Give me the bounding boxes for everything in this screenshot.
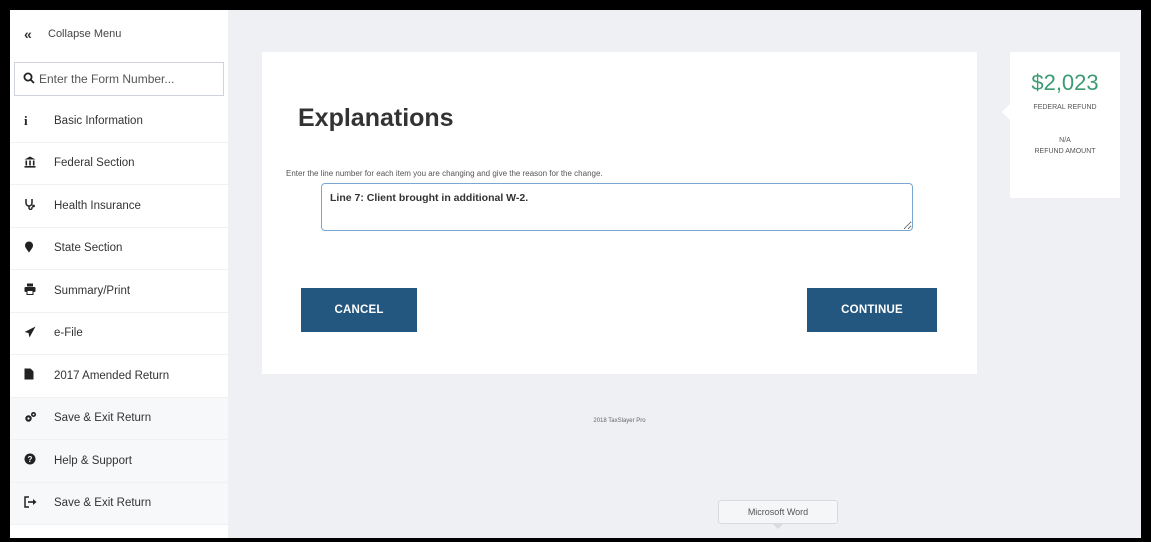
cancel-button[interactable]: CANCEL xyxy=(301,288,417,332)
page-title: Explanations xyxy=(298,104,454,132)
bank-icon xyxy=(24,156,54,171)
sign-out-icon xyxy=(24,496,54,511)
refund-amount-label: REFUND AMOUNT xyxy=(1034,148,1096,155)
app-frame: « Collapse Menu i Basic Information Fede… xyxy=(10,10,1141,538)
map-pin-icon xyxy=(24,241,54,256)
sidebar-item-help-support[interactable]: ? Help & Support xyxy=(10,440,228,483)
sidebar-item-federal-section[interactable]: Federal Section xyxy=(10,143,228,185)
sidebar-item-label: State Section xyxy=(54,242,123,255)
footer-copyright: 2018 TaxSlayer Pro xyxy=(593,418,646,424)
sidebar-item-efile[interactable]: e-File xyxy=(10,313,228,355)
form-search[interactable] xyxy=(14,62,224,96)
question-circle-icon: ? xyxy=(24,453,54,468)
sidebar-item-label: Save & Exit Return xyxy=(54,497,152,510)
federal-refund-amount: $2,023 xyxy=(1031,70,1099,95)
collapse-menu-label: Collapse Menu xyxy=(48,28,122,40)
svg-text:?: ? xyxy=(28,455,33,464)
sidebar-item-label: Health Insurance xyxy=(54,199,141,212)
sidebar-item-save-exit-return[interactable]: Save & Exit Return xyxy=(10,397,228,440)
sidebar-item-summary-print[interactable]: Summary/Print xyxy=(10,270,228,313)
collapse-menu-button[interactable]: « Collapse Menu xyxy=(10,10,228,58)
form-number-search-input[interactable] xyxy=(39,72,209,86)
paper-plane-icon xyxy=(24,326,54,341)
sidebar-item-basic-information[interactable]: i Basic Information xyxy=(10,100,228,143)
sidebar-item-label: Summary/Print xyxy=(54,284,131,297)
explanations-card: Explanations Enter the line number for e… xyxy=(262,52,977,374)
cogs-icon xyxy=(24,411,54,426)
refund-amount-value: N/A xyxy=(1059,137,1071,144)
sidebar-item-label: Basic Information xyxy=(54,114,143,127)
refund-panel: $2,023 FEDERAL REFUND N/A REFUND AMOUNT xyxy=(1002,52,1120,198)
sidebar-item-amended-return[interactable]: 2017 Amended Return xyxy=(10,355,228,398)
sidebar-item-label: Help & Support xyxy=(54,454,132,467)
info-icon: i xyxy=(24,112,28,128)
double-chevron-left-icon: « xyxy=(24,26,32,42)
sidebar-item-health-insurance[interactable]: Health Insurance xyxy=(10,185,228,228)
sidebar-item-save-exit-return-2[interactable]: Save & Exit Return xyxy=(10,482,228,525)
search-icon xyxy=(23,72,35,87)
stethoscope-icon xyxy=(24,198,54,213)
continue-button[interactable]: CONTINUE xyxy=(807,288,937,332)
explanation-textarea[interactable] xyxy=(321,183,913,231)
taskbar-tooltip: Microsoft Word xyxy=(718,500,838,529)
federal-refund-label: FEDERAL REFUND xyxy=(1033,104,1097,111)
sidebar-item-state-section[interactable]: State Section xyxy=(10,228,228,270)
document-icon xyxy=(24,368,54,383)
sidebar-item-label: 2017 Amended Return xyxy=(54,369,170,382)
sidebar-item-label: e-File xyxy=(54,327,83,340)
sidebar: « Collapse Menu i Basic Information Fede… xyxy=(10,10,228,538)
printer-icon xyxy=(24,283,54,298)
sidebar-item-label: Federal Section xyxy=(54,157,135,170)
sidebar-item-label: Save & Exit Return xyxy=(54,412,152,425)
instructions-text: Enter the line number for each item you … xyxy=(286,169,603,178)
